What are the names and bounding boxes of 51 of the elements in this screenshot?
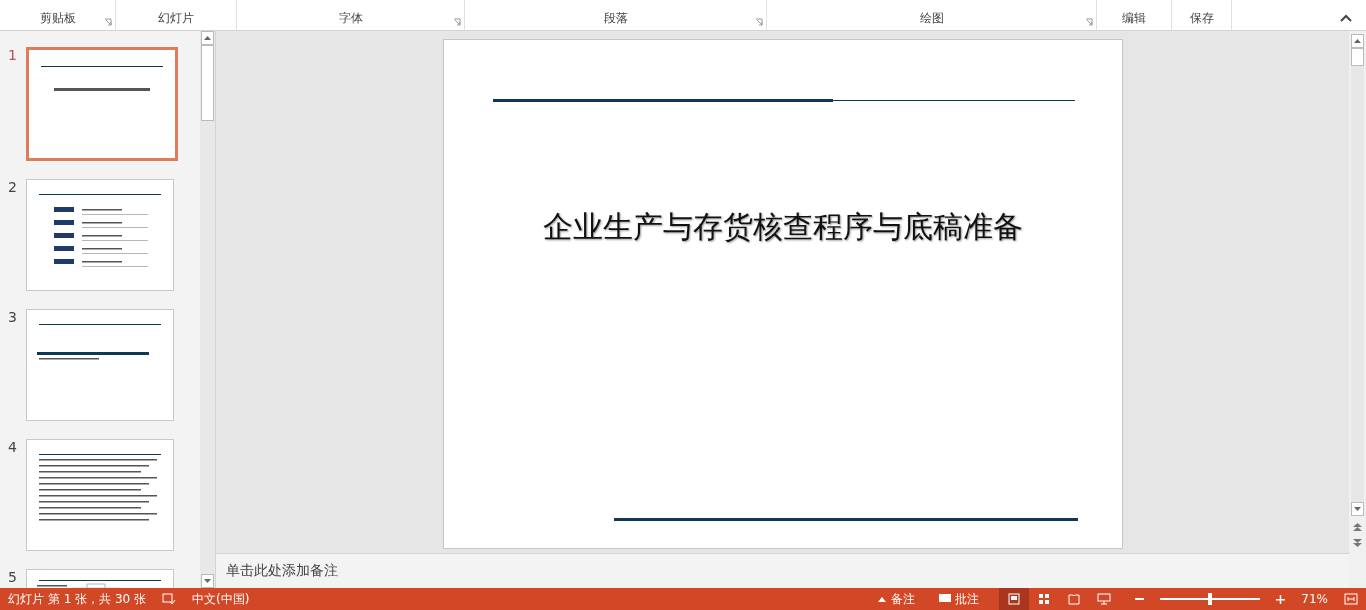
grid-view-icon (1038, 593, 1051, 605)
fit-to-window-icon[interactable] (1344, 593, 1358, 605)
ribbon-group-label: 保存 (1189, 10, 1214, 27)
slide-number: 3 (8, 309, 18, 327)
view-button[interactable] (999, 588, 1030, 610)
slide-thumbnail[interactable] (26, 47, 178, 161)
notes-placeholder: 单击此处添加备注 (226, 562, 338, 580)
comments-button[interactable]: 批注 (935, 588, 984, 610)
notes-pane[interactable]: 单击此处添加备注 (216, 553, 1349, 588)
dialog-launcher-icon[interactable] (1085, 18, 1093, 26)
ribbon-group-label: 幻灯片 (158, 10, 194, 27)
dialog-launcher-icon[interactable] (104, 18, 112, 26)
scrollbar-thumb[interactable] (1351, 48, 1364, 66)
ribbon-group-label: 绘图 (919, 10, 944, 27)
ribbon-group-label: 段落 (603, 10, 628, 27)
language-label: 中文(中国) (192, 590, 250, 608)
caret-icon (877, 595, 888, 603)
collapse-caret-icon[interactable] (1340, 14, 1352, 22)
slide-count: 幻灯片 第 1 张，共 30 张 (8, 590, 146, 608)
scroll-up-button[interactable] (1351, 34, 1364, 48)
scroll-down-button[interactable] (1351, 502, 1364, 516)
down-triangle-icon (204, 579, 211, 583)
slide-number: 1 (8, 47, 18, 65)
screen-icon (1097, 593, 1112, 605)
scrollbar-thumb[interactable] (201, 45, 214, 121)
scroll-down-button[interactable] (201, 574, 214, 588)
zoom-slider-thumb[interactable] (1208, 593, 1213, 605)
spell-check-icon[interactable] (162, 593, 176, 605)
next-slide-icon[interactable] (1353, 538, 1362, 548)
down-triangle-icon (1354, 507, 1361, 511)
dialog-launcher-icon[interactable] (755, 18, 763, 26)
slide-title: 企业生产与存货核查程序与底稿准备 (541, 208, 1024, 246)
previous-slide-icon[interactable] (1353, 522, 1362, 532)
slide-number: 5 (8, 569, 18, 587)
slide-thumbnail[interactable] (26, 439, 174, 551)
zoom-percentage: 71% (1301, 592, 1328, 606)
zoom-in-icon[interactable] (1276, 594, 1286, 604)
dialog-launcher-icon[interactable] (453, 18, 461, 26)
up-triangle-icon (204, 36, 211, 40)
normal-view-icon (1008, 593, 1021, 605)
ribbon-group-label: 剪贴板 (39, 10, 76, 27)
slide-number: 4 (8, 439, 18, 457)
notes-button[interactable]: 备注 (873, 588, 920, 610)
slide-number: 2 (8, 179, 18, 197)
ribbon-group-label: 字体 (338, 10, 363, 27)
comment-icon (939, 594, 952, 604)
scroll-up-button[interactable] (201, 31, 214, 45)
slide-thumbnail[interactable] (26, 179, 174, 291)
ribbon-group-label: 编辑 (1122, 10, 1146, 27)
up-triangle-icon (1354, 39, 1361, 43)
slide-thumbnail[interactable] (26, 309, 174, 421)
